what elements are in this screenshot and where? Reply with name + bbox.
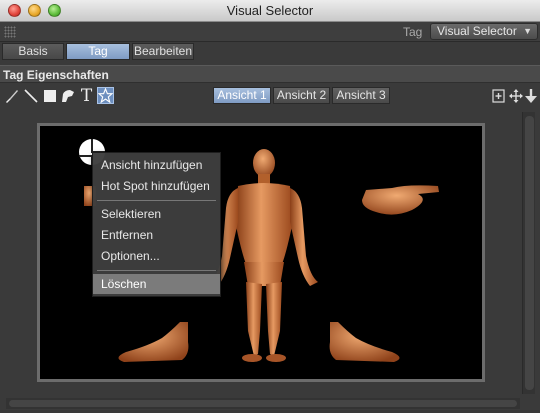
horizontal-scrollbar[interactable] [6,398,520,409]
window-controls [8,4,61,17]
add-view-icon[interactable] [490,87,507,104]
menu-item-remove[interactable]: Entfernen [93,225,220,245]
view-button-1[interactable]: Ansicht 1 [213,87,271,104]
menu-item-add-hotspot[interactable]: Hot Spot hinzufügen [93,176,220,196]
context-menu: Ansicht hinzufügen Hot Spot hinzufügen S… [92,152,221,297]
rectangle-icon[interactable] [41,87,58,104]
minimize-window-button[interactable] [28,4,41,17]
view-button-3[interactable]: Ansicht 3 [332,87,390,104]
brush-icon[interactable] [3,87,20,104]
tab-bearbeiten[interactable]: Bearbeiten [132,43,194,60]
tab-bar: Basis Tag Bearbeiten [0,42,540,62]
section-header: Tag Eigenschaften [0,65,540,83]
tab-tag[interactable]: Tag [66,43,130,60]
menu-item-select[interactable]: Selektieren [93,204,220,224]
arrow-down-icon[interactable] [522,87,539,104]
text-icon[interactable]: T [78,86,95,106]
menu-separator [97,200,216,201]
tag-bar: Tag Visual Selector ▼ [0,22,540,42]
view-button-2[interactable]: Ansicht 2 [273,87,330,104]
menu-item-add-view[interactable]: Ansicht hinzufügen [93,155,220,175]
scrollbar-thumb[interactable] [525,116,534,390]
menu-item-delete[interactable]: Löschen [93,274,220,294]
scrollbar-thumb[interactable] [9,400,517,407]
window-title: Visual Selector [226,3,314,18]
vertical-scrollbar[interactable] [522,112,535,394]
zoom-window-button[interactable] [48,4,61,17]
grip-handle-icon[interactable] [4,26,16,38]
menu-item-options[interactable]: Optionen... [93,246,220,266]
line-icon[interactable] [22,87,39,104]
chevron-down-icon: ▼ [523,26,532,36]
tab-basis[interactable]: Basis [2,43,64,60]
drawing-toolbar: T Ansicht 1 Ansicht 2 Ansicht 3 [0,85,540,107]
tag-label: Tag [403,25,423,39]
section-title: Tag Eigenschaften [3,68,109,82]
title-bar: Visual Selector [0,0,540,22]
polygon-icon[interactable] [59,87,76,104]
tag-select-dropdown[interactable]: Visual Selector ▼ [430,23,538,40]
star-icon[interactable] [97,87,114,104]
menu-separator [97,270,216,271]
tag-select-value: Visual Selector [437,24,517,38]
close-window-button[interactable] [8,4,21,17]
